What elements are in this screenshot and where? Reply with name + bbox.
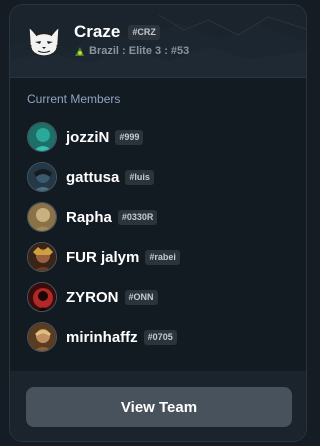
members-section-title: Current Members [27,92,121,106]
member-tag: #ONN [124,289,158,305]
member-name: jozziN [66,128,110,146]
view-team-button[interactable]: View Team [26,387,292,427]
team-header: Craze #CRZ Brazil : Elite 3 : #53 [10,5,306,78]
member-row[interactable]: Rapha #0330R [27,200,158,234]
member-avatar [27,122,57,152]
brazil-flag-icon [75,46,84,56]
member-avatar [27,162,57,192]
member-name: mirinhaffz [66,328,138,346]
member-row[interactable]: FUR jalym #rabei [27,240,180,274]
member-avatar [27,202,57,232]
member-avatar [27,242,57,272]
member-name: gattusa [66,168,120,186]
cat-logo-icon [25,25,63,57]
member-tag: #0705 [143,329,177,345]
card-footer: View Team [10,371,306,441]
member-tag: #rabei [145,249,180,265]
team-name: Craze [74,22,121,41]
team-region-text: Brazil : Elite 3 : #53 [89,45,190,57]
team-card: Craze #CRZ Brazil : Elite 3 : #53 Curren… [9,4,307,442]
member-avatar [27,322,57,352]
member-tag: #luis [125,169,154,185]
member-name: FUR jalym [66,248,140,266]
member-row[interactable]: ZYRON #ONN [27,280,158,314]
team-tag: #CRZ [128,24,160,40]
member-row[interactable]: gattusa #luis [27,160,154,194]
team-region-line: Brazil : Elite 3 : #53 [74,45,189,57]
member-tag: #999 [115,129,144,145]
member-row[interactable]: mirinhaffz #0705 [27,320,177,354]
team-name-row: Craze #CRZ [74,22,160,42]
member-avatar [27,282,57,312]
member-tag: #0330R [117,209,158,225]
member-name: ZYRON [66,288,119,306]
member-row[interactable]: jozziN #999 [27,120,144,154]
member-name: Rapha [66,208,112,226]
